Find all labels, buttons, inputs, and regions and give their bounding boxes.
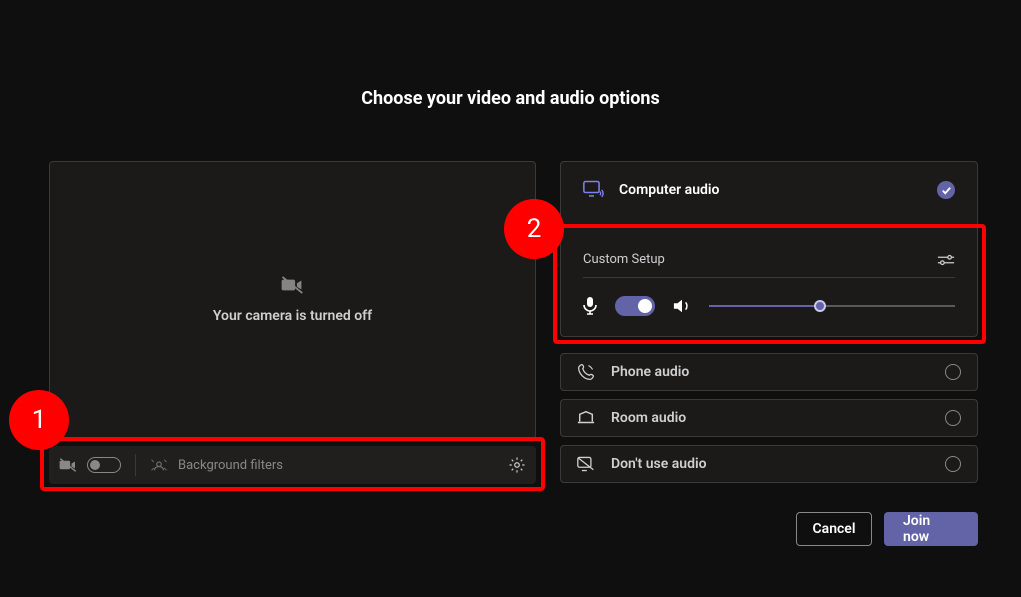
gear-icon[interactable] bbox=[508, 456, 526, 474]
divider bbox=[135, 454, 136, 476]
background-effects-icon bbox=[150, 458, 168, 472]
computer-audio-icon bbox=[583, 180, 605, 200]
phone-audio-option[interactable]: Phone audio bbox=[560, 353, 978, 391]
no-audio-label: Don't use audio bbox=[611, 456, 707, 472]
no-audio-icon bbox=[577, 456, 595, 472]
video-toolbar: Background filters bbox=[49, 446, 536, 484]
selected-check-icon bbox=[937, 181, 955, 199]
sliders-icon[interactable] bbox=[937, 253, 955, 267]
background-filters-button[interactable]: Background filters bbox=[178, 458, 283, 473]
page-title: Choose your video and audio options bbox=[0, 88, 1021, 109]
room-audio-option[interactable]: Room audio bbox=[560, 399, 978, 437]
phone-icon bbox=[577, 363, 595, 381]
volume-slider[interactable] bbox=[709, 299, 955, 313]
join-now-button[interactable]: Join now bbox=[884, 512, 978, 546]
no-audio-option[interactable]: Don't use audio bbox=[560, 445, 978, 483]
room-audio-label: Room audio bbox=[611, 410, 686, 426]
radio-unchecked-icon bbox=[945, 410, 961, 426]
cancel-button[interactable]: Cancel bbox=[796, 512, 872, 546]
speaker-icon bbox=[673, 298, 691, 314]
camera-toggle[interactable] bbox=[87, 457, 121, 473]
camera-off-icon bbox=[59, 458, 77, 472]
room-icon bbox=[577, 410, 595, 426]
microphone-toggle[interactable] bbox=[615, 296, 655, 316]
radio-unchecked-icon bbox=[945, 456, 961, 472]
camera-off-icon bbox=[281, 276, 303, 298]
radio-unchecked-icon bbox=[945, 364, 961, 380]
custom-setup-button[interactable]: Custom Setup bbox=[583, 252, 665, 267]
phone-audio-label: Phone audio bbox=[611, 364, 689, 380]
video-preview-panel: Your camera is turned off bbox=[49, 161, 536, 439]
computer-audio-label: Computer audio bbox=[619, 182, 719, 198]
computer-audio-card[interactable]: Computer audio Custom Setup bbox=[560, 161, 978, 337]
camera-off-text: Your camera is turned off bbox=[213, 308, 372, 324]
microphone-icon bbox=[583, 297, 597, 315]
